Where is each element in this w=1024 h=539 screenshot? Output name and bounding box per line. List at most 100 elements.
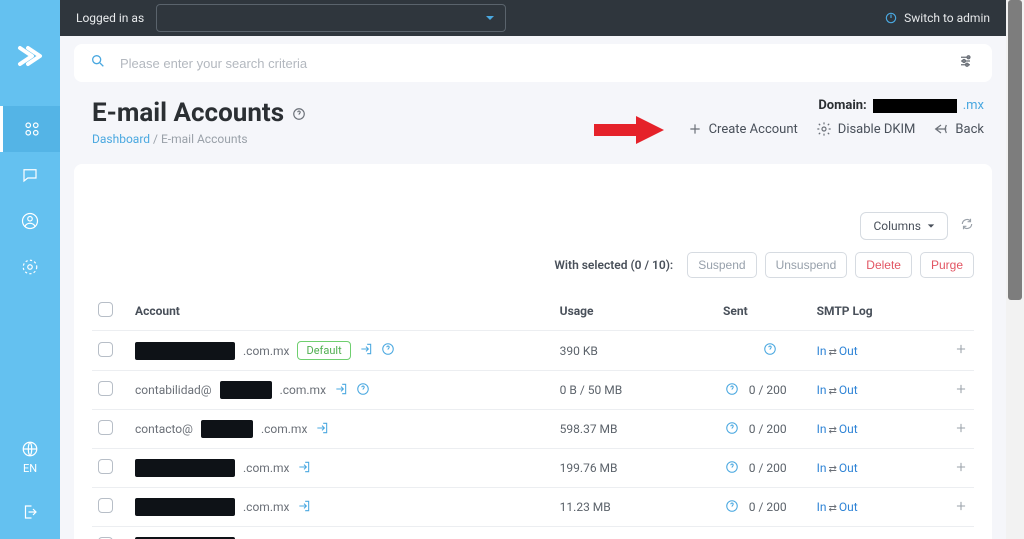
table-row: .com.mx11.23 MB0 / 200In⇄Out [92,488,974,527]
chevron-down-icon [485,13,495,23]
sent-value: 0 / 200 [749,383,787,397]
expand-row-icon[interactable] [954,502,968,516]
app-logo [14,40,46,72]
topbar: Logged in as Switch to admin [60,0,1006,36]
scrollbar-thumb[interactable] [1008,0,1022,300]
swap-icon: ⇄ [827,425,839,436]
disable-dkim-button[interactable]: Disable DKIM [816,121,916,137]
search-input[interactable] [120,56,944,71]
page-header: E-mail Accounts Dashboard / E-mail Accou… [74,92,992,158]
domain-redacted [873,99,957,113]
swap-icon: ⇄ [827,347,839,358]
user-select-dropdown[interactable] [156,4,506,32]
disable-dkim-label: Disable DKIM [838,122,916,137]
domain-tld: .mx [963,98,984,113]
accounts-card: Columns With selected (0 / 10): Suspend … [74,164,992,539]
nav-users[interactable] [0,198,60,244]
create-account-button[interactable]: Create Account [687,121,798,137]
search-bar [74,44,992,82]
login-as-icon[interactable] [297,460,311,477]
accounts-table: Account Usage Sent SMTP Log .com.mxDefau… [92,292,974,539]
nav-messages[interactable] [0,152,60,198]
help-icon[interactable] [381,342,395,359]
nav-settings[interactable] [0,244,60,290]
usage-cell: 0 B / 50 MB [554,371,717,410]
usage-cell: 598.37 MB [554,410,717,449]
smtp-in-link[interactable]: In [817,500,827,514]
help-icon[interactable] [292,98,306,128]
row-checkbox[interactable] [98,342,113,357]
domain-label: Domain: [818,98,866,113]
delete-button[interactable]: Delete [855,252,912,278]
gear-icon [816,121,832,137]
sent-help-icon[interactable] [725,421,739,438]
language-selector[interactable]: EN [21,430,39,485]
sent-help-icon[interactable] [725,460,739,477]
smtp-out-link[interactable]: Out [839,383,858,397]
usage-cell: 199.76 MB [554,449,717,488]
login-as-icon[interactable] [334,382,348,399]
account-redacted [220,381,272,399]
account-suffix: .com.mx [243,500,289,514]
row-checkbox[interactable] [98,381,113,396]
smtp-in-link[interactable]: In [817,344,827,358]
domain-display: Domain: .mx [687,98,984,113]
search-icon [90,53,106,73]
col-smtp[interactable]: SMTP Log [811,292,942,331]
back-label: Back [955,122,984,137]
swap-icon: ⇄ [827,503,839,514]
row-checkbox[interactable] [98,420,113,435]
columns-label: Columns [873,219,921,233]
usage-cell: 615 KB / 200 MB [554,527,717,539]
col-sent[interactable]: Sent [717,292,811,331]
smtp-out-link[interactable]: Out [839,422,858,436]
suspend-button[interactable]: Suspend [687,252,756,278]
login-as-icon[interactable] [315,421,329,438]
back-button[interactable]: Back [933,121,984,137]
unsuspend-button[interactable]: Unsuspend [765,252,848,278]
sent-help-icon[interactable] [725,382,739,399]
sent-help-icon[interactable] [763,342,777,359]
nav-dashboard[interactable] [0,106,60,152]
breadcrumb-home[interactable]: Dashboard [92,132,150,146]
expand-row-icon[interactable] [954,385,968,399]
page-title-text: E-mail Accounts [92,98,284,128]
sent-value: 0 / 200 [749,500,787,514]
caret-down-icon [927,222,935,230]
expand-row-icon[interactable] [954,424,968,438]
sent-help-icon[interactable] [725,499,739,516]
usage-cell: 390 KB [554,331,717,371]
select-all-checkbox[interactable] [98,302,113,317]
smtp-in-link[interactable]: In [817,383,827,397]
row-checkbox[interactable] [98,459,113,474]
col-account[interactable]: Account [129,292,554,331]
language-label: EN [23,462,37,475]
smtp-out-link[interactable]: Out [839,344,858,358]
swap-icon: ⇄ [827,386,839,397]
breadcrumb: Dashboard / E-mail Accounts [92,132,306,146]
nav-logout[interactable] [21,485,39,539]
refresh-icon[interactable] [960,217,974,235]
purge-button[interactable]: Purge [920,252,974,278]
switch-admin-label: Switch to admin [904,11,990,25]
filter-icon[interactable] [958,52,976,74]
expand-row-icon[interactable] [954,345,968,359]
login-as-icon[interactable] [359,342,373,359]
smtp-out-link[interactable]: Out [839,461,858,475]
columns-button[interactable]: Columns [860,212,948,240]
help-icon[interactable] [356,382,370,399]
plus-icon [687,121,703,137]
row-checkbox[interactable] [98,498,113,513]
sidebar: EN [0,0,60,539]
smtp-in-link[interactable]: In [817,422,827,436]
smtp-in-link[interactable]: In [817,461,827,475]
col-usage[interactable]: Usage [554,292,717,331]
switch-to-admin-button[interactable]: Switch to admin [884,11,990,25]
account-prefix: contabilidad@ [135,383,212,397]
expand-row-icon[interactable] [954,463,968,477]
smtp-out-link[interactable]: Out [839,500,858,514]
scrollbar[interactable] [1006,0,1024,539]
sent-value: 0 / 200 [749,422,787,436]
login-as-icon[interactable] [297,499,311,516]
with-selected-label: With selected (0 / 10): [554,258,673,272]
